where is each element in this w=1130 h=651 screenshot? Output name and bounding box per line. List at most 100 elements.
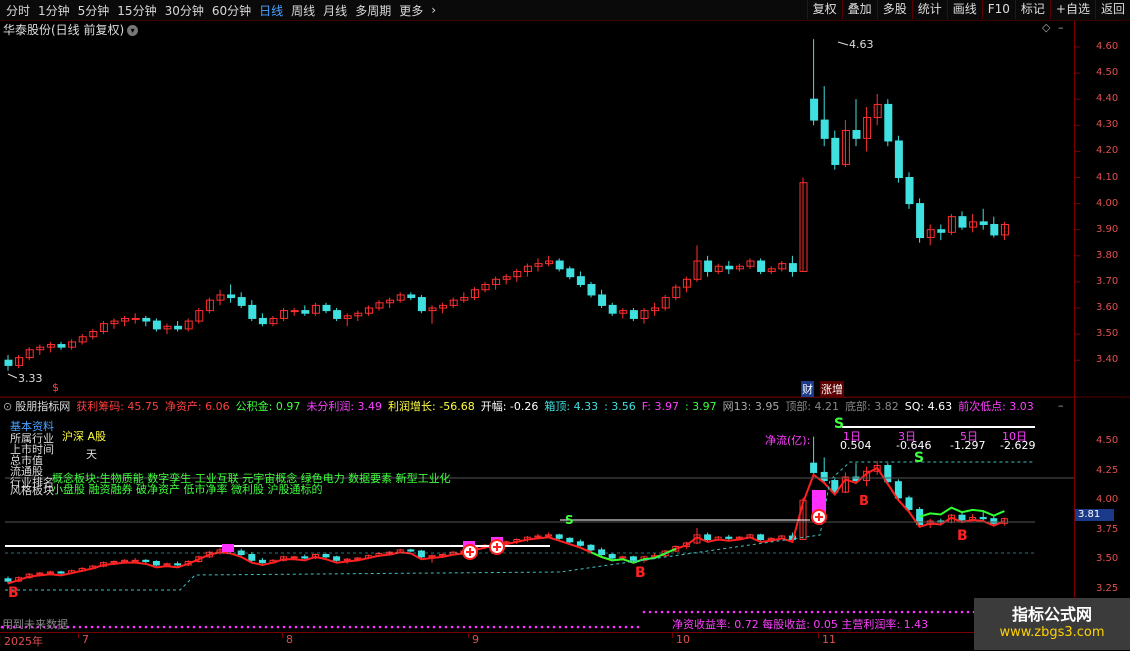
candle-body [248,304,257,319]
candle-body [4,359,13,366]
magenta-dot [420,625,424,629]
magenta-dot [264,625,268,629]
magenta-dot [906,610,910,614]
magenta-dot [696,610,700,614]
price-tick: 4.60 [1096,41,1119,52]
magenta-dot [282,625,286,629]
magenta-dot [936,610,940,614]
indicator-value-13: SQ: 4.63 [904,399,953,413]
price-tick: 4.10 [1096,171,1119,183]
magenta-dot [834,610,838,614]
magenta-dot [594,625,598,629]
magenta-dot [618,625,622,629]
magenta-dot [348,625,352,629]
magenta-dot [858,610,862,614]
magenta-dot [798,610,802,614]
date-year: 2025年 [4,635,43,648]
magenta-dot [954,610,958,614]
candle-body [301,310,310,314]
price-tick: 3.80 [1096,249,1119,261]
magenta-dot [678,610,682,614]
magenta-dot [498,625,502,629]
indicator-tick: 3.25 [1096,582,1119,594]
holding-increase-mark[interactable]: 涨增 [820,381,844,397]
magenta-dot [810,610,814,614]
candle-body [894,140,903,179]
magenta-dot [342,625,346,629]
magenta-dot [702,610,706,614]
indicator-name[interactable]: 股朋指标网 [15,398,70,414]
magenta-dot [894,610,898,614]
magenta-dot [930,610,934,614]
magenta-dot [648,610,652,614]
magenta-dot [756,610,760,614]
magenta-dot [396,625,400,629]
indicator-tick: 3.50 [1096,553,1119,564]
indicator-value-4: 利润增长: -56.68 [388,400,475,413]
magenta-dot [240,625,244,629]
magenta-dot [330,625,334,629]
magenta-dot [690,610,694,614]
candle-body [237,297,246,306]
style-sectors: 小盘股 融资融券 破净资产 低市净率 微利股 沪股通标的 [52,483,323,496]
netflow-10d-value: -2.629 [1000,439,1036,452]
candle-body [852,130,861,139]
magenta-dot [138,625,142,629]
indicator-body [322,554,330,558]
indicator-value-1: 净资产: 6.06 [164,400,230,413]
magenta-dot [888,610,892,614]
magenta-dot [258,625,262,629]
magenta-dot [300,625,304,629]
magenta-dot [108,625,112,629]
candle-body [979,221,988,225]
magenta-bar [222,544,234,552]
magenta-dot [588,625,592,629]
price-tick: 3.40 [1096,354,1119,366]
sell-signal: S [834,416,845,432]
magenta-dot [558,625,562,629]
magenta-dot [288,625,292,629]
price-tick: 3.60 [1096,302,1119,313]
magenta-dot [780,610,784,614]
magenta-dot [450,625,454,629]
indicator-body [629,556,637,561]
magenta-dot [582,625,586,629]
future-data-note: 用到未来数据 [2,618,68,631]
low-price-label: 3.33 [18,372,43,385]
price-tick: 4.50 [1096,67,1119,79]
magenta-dot [246,625,250,629]
magenta-dot [738,610,742,614]
indicator-value-9: : 3.97 [684,399,717,413]
candle-body [629,310,638,319]
date-month-7: 7 [82,633,89,646]
magenta-dot [276,625,280,629]
indicator-value-14: 前次低点: 3.03 [958,400,1034,413]
magenta-dot [390,625,394,629]
candle-body [937,229,946,233]
magenta-dot [534,625,538,629]
magenta-dot [192,625,196,629]
magenta-dot [528,625,532,629]
magenta-dot [642,610,646,614]
magenta-dot [816,610,820,614]
indicator-body [333,556,341,561]
price-tick: 3.90 [1096,223,1119,235]
magenta-dot [852,610,856,614]
indicator-body [990,518,998,524]
indicator-body [4,578,12,582]
netflow-label: 净流(亿): [765,434,811,447]
price-tick: 4.30 [1096,119,1119,131]
magenta-dot [228,625,232,629]
magenta-dot [180,625,184,629]
magenta-dot [726,610,730,614]
candle-body [258,317,267,325]
indicator-body [555,534,563,539]
kline-chart[interactable] [0,0,1130,650]
magenta-dot [564,625,568,629]
indicator-body [608,554,616,559]
indicator-dropdown-icon[interactable]: ⊙ [3,400,12,413]
magenta-dot [864,610,868,614]
financial-mark[interactable]: 财 [801,381,814,397]
magenta-dot [552,625,556,629]
date-month-8: 8 [286,633,293,646]
